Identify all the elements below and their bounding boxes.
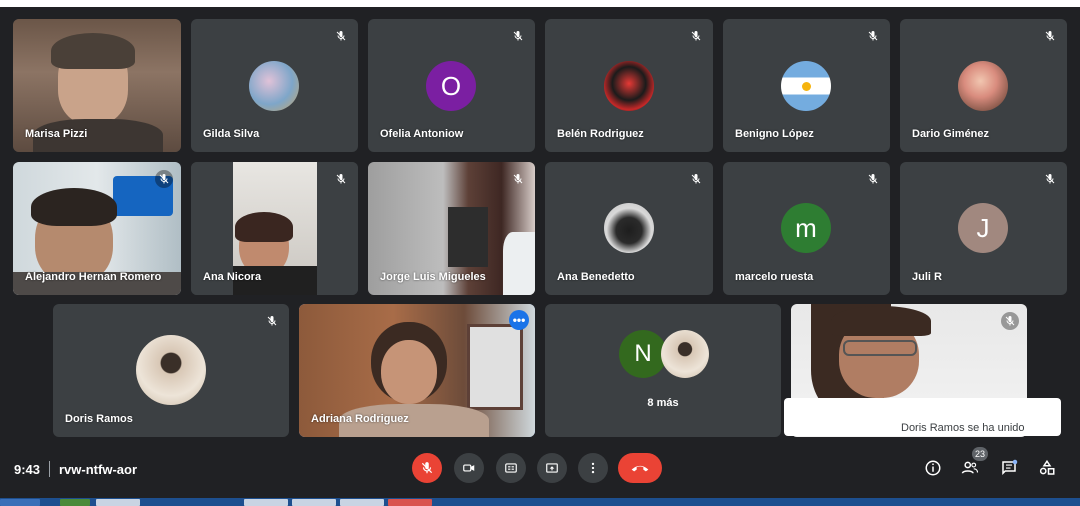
participant-tile-ofelia-antoniow[interactable]: O Ofelia Antoniow [368, 19, 535, 152]
mic-off-icon [332, 27, 350, 45]
participant-name: Ana Nicora [203, 271, 262, 283]
taskbar-item[interactable] [244, 499, 288, 506]
present-icon [546, 463, 558, 473]
participant-name: Belén Rodriguez [557, 128, 644, 140]
participant-name: Jorge Luis Migueles [380, 271, 486, 283]
participant-tile-alejandro-hernan-romero[interactable]: Alejandro Hernan Romero [13, 162, 181, 295]
present-button[interactable] [537, 453, 567, 483]
captions-button[interactable] [496, 453, 526, 483]
participant-name: Dario Giménez [912, 128, 990, 140]
avatar-initial: J [976, 212, 990, 243]
mic-off-icon [864, 170, 882, 188]
participant-tile-ana-benedetto[interactable]: Ana Benedetto [545, 162, 713, 295]
end-call-button[interactable] [618, 453, 662, 483]
chat-button[interactable] [999, 458, 1019, 478]
mic-off-icon [155, 170, 173, 188]
participant-tile-marisa-pizzi[interactable]: Marisa Pizzi [13, 19, 181, 152]
info-icon [925, 460, 941, 476]
more-options-button[interactable] [578, 453, 608, 483]
mic-off-icon [1041, 27, 1059, 45]
taskbar-item[interactable] [292, 499, 336, 506]
chat-icon [1002, 459, 1018, 476]
participant-name: Benigno López [735, 128, 814, 140]
notification-text: Doris Ramos se ha unido [901, 422, 1025, 434]
taskbar-item[interactable] [60, 499, 90, 506]
mic-toggle-button[interactable] [412, 453, 442, 483]
join-notification: Doris Ramos se ha unido [784, 398, 1061, 436]
taskbar-item[interactable] [388, 499, 432, 506]
participant-tile-benigno-lopez[interactable]: Benigno López [723, 19, 890, 152]
others-tile[interactable]: N 8 más [545, 304, 781, 437]
participant-name: Gilda Silva [203, 128, 260, 140]
participant-tile-doris-ramos[interactable]: Doris Ramos [53, 304, 289, 437]
participant-name: Adriana Rodriguez [311, 413, 409, 425]
others-count-label: 8 más [647, 397, 679, 409]
avatar: O [426, 61, 476, 111]
avatar: m [781, 203, 831, 253]
meeting-time: 9:43 [14, 462, 41, 477]
participant-tile-ana-nicora[interactable]: Ana Nicora [191, 162, 358, 295]
participant-tile-jorge-luis-migueles[interactable]: Jorge Luis Migueles [368, 162, 535, 295]
avatar [136, 335, 206, 405]
participant-tile-dario-gimenez[interactable]: Dario Giménez [900, 19, 1067, 152]
more-options-icon[interactable]: ••• [509, 310, 529, 330]
people-button[interactable] [960, 458, 980, 478]
avatar-initial: N [634, 340, 652, 367]
mic-off-icon [421, 462, 433, 474]
avatar [249, 61, 299, 111]
camera-icon [463, 464, 475, 472]
os-taskbar [0, 498, 1080, 506]
participant-tile-adriana-rodriguez[interactable]: ••• Adriana Rodriguez [299, 304, 535, 437]
mic-off-icon [1041, 170, 1059, 188]
avatar [604, 203, 654, 253]
people-icon [961, 461, 979, 474]
camera-toggle-button[interactable] [454, 453, 484, 483]
avatar-initial: O [440, 70, 462, 101]
browser-top-strip [0, 0, 1080, 7]
participant-name: Ana Benedetto [557, 271, 635, 283]
participant-name: marcelo ruesta [735, 271, 814, 283]
taskbar-item[interactable] [0, 499, 40, 506]
divider [49, 461, 50, 477]
activities-button[interactable] [1037, 458, 1057, 478]
activities-icon [1039, 459, 1055, 475]
mic-off-icon [509, 170, 527, 188]
participant-name: Juli R [912, 271, 942, 283]
meeting-info-button[interactable] [923, 458, 943, 478]
mic-off-icon [509, 27, 527, 45]
captions-icon [505, 463, 517, 473]
participant-tile-juli-r[interactable]: J Juli R [900, 162, 1067, 295]
meeting-code: rvw-ntfw-aor [59, 462, 137, 477]
participant-name: Doris Ramos [65, 413, 133, 425]
avatar: N [619, 330, 667, 378]
avatar: J [958, 203, 1008, 253]
end-call-icon [631, 465, 649, 472]
avatar-initial: m [795, 212, 817, 243]
mic-off-icon [1001, 312, 1019, 330]
participant-tile-belen-rodriguez[interactable]: Belén Rodriguez [545, 19, 713, 152]
mic-off-icon [263, 312, 281, 330]
participant-name: Ofelia Antoniow [380, 128, 464, 140]
mic-off-icon [687, 27, 705, 45]
participant-tile-gilda-silva[interactable]: Gilda Silva [191, 19, 358, 152]
more-options-icon [591, 462, 595, 474]
participant-name: Marisa Pizzi [25, 128, 88, 140]
avatar [661, 330, 709, 378]
mic-off-icon [332, 170, 350, 188]
taskbar-item[interactable] [340, 499, 384, 506]
participant-tile-marcelo-ruesta[interactable]: m marcelo ruesta [723, 162, 890, 295]
people-count-badge: 23 [972, 447, 988, 461]
taskbar-item[interactable] [96, 499, 140, 506]
flag-avatar [781, 61, 831, 111]
participant-name: Alejandro Hernan Romero [25, 271, 162, 283]
mic-off-icon [864, 27, 882, 45]
mic-off-icon [687, 170, 705, 188]
avatar [604, 61, 654, 111]
avatar [958, 61, 1008, 111]
